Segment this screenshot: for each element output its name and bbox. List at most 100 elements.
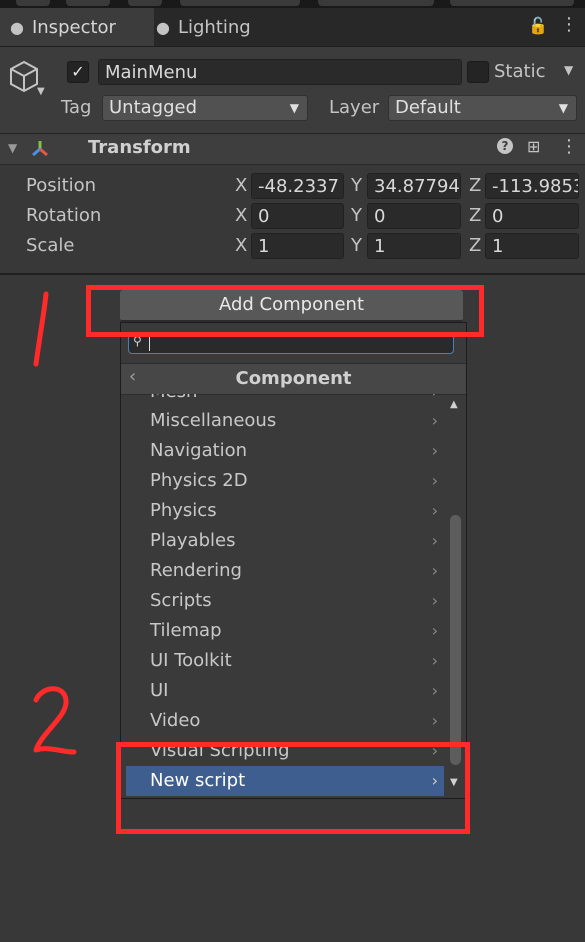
axis-x-label[interactable]: X: [235, 203, 247, 229]
list-item-label: Navigation: [150, 440, 248, 461]
tab-lighting[interactable]: ● Lighting: [146, 8, 286, 46]
rotation-z-field[interactable]: 0: [485, 203, 579, 229]
toolbar-button[interactable]: [180, 0, 300, 6]
foldout-arrow-icon[interactable]: ▼: [8, 141, 17, 155]
tab-bar: ● Inspector ● Lighting 🔓 ⋮: [0, 8, 585, 47]
scale-y-field[interactable]: 1: [367, 233, 461, 259]
scale-x-field[interactable]: 1: [251, 233, 344, 259]
icon-dropdown-arrow-icon[interactable]: ▼: [37, 86, 45, 97]
axis-y-label[interactable]: Y: [351, 233, 362, 259]
position-y-field[interactable]: 34.87794: [367, 173, 461, 199]
text-cursor: [149, 335, 150, 351]
chevron-down-icon: ▼: [558, 101, 568, 115]
lock-icon[interactable]: 🔓: [528, 16, 548, 35]
list-item-scripts[interactable]: Scripts ›: [126, 586, 444, 616]
tab-label: Inspector: [31, 16, 116, 38]
toolbar-button[interactable]: [128, 0, 162, 6]
axis-z-label[interactable]: Z: [469, 203, 481, 229]
axis-z-label[interactable]: Z: [469, 173, 481, 199]
toolbar-button[interactable]: [16, 0, 50, 6]
tag-label: Tag: [61, 97, 92, 118]
chevron-right-icon: ›: [431, 561, 438, 580]
info-icon: ●: [10, 17, 24, 37]
chevron-right-icon: ›: [431, 591, 438, 610]
list-item-label: Physics 2D: [150, 470, 248, 491]
transform-header[interactable]: ▼ Transform ? ⊞ ⋮: [0, 134, 585, 165]
object-header: ▼ ✓ MainMenu Static ▼ Tag Untagged ▼ Lay…: [0, 47, 585, 134]
chevron-right-icon: ›: [431, 711, 438, 730]
chevron-right-icon: ›: [431, 471, 438, 490]
list-item-label: Video: [150, 710, 201, 731]
toolbar-button[interactable]: [66, 0, 110, 6]
list-item-physics[interactable]: Physics ›: [126, 496, 444, 526]
list-item-label: Physics: [150, 500, 217, 521]
layer-value: Default: [395, 97, 461, 118]
tag-dropdown[interactable]: Untagged ▼: [102, 95, 308, 121]
annotation-step-2: [33, 686, 77, 755]
static-dropdown-arrow-icon[interactable]: ▼: [564, 63, 573, 77]
more-menu-icon[interactable]: ⋮: [560, 14, 578, 35]
list-item-label: Miscellaneous: [150, 410, 277, 431]
list-item-physics-2d[interactable]: Physics 2D ›: [126, 466, 444, 496]
axis-y-label[interactable]: Y: [351, 173, 362, 199]
tab-inspector[interactable]: ● Inspector: [0, 8, 154, 46]
more-menu-icon[interactable]: ⋮: [560, 136, 578, 157]
list-item-playables[interactable]: Playables ›: [126, 526, 444, 556]
scrollbar-thumb[interactable]: [450, 515, 461, 765]
chevron-right-icon: ›: [431, 531, 438, 550]
list-item-tilemap[interactable]: Tilemap ›: [126, 616, 444, 646]
position-x-field[interactable]: -48.2337: [251, 173, 344, 199]
scale-label: Scale: [26, 235, 75, 256]
list-item-ui[interactable]: UI ›: [126, 676, 444, 706]
chevron-right-icon: ›: [431, 621, 438, 640]
list-item-ui-toolkit[interactable]: UI Toolkit ›: [126, 646, 444, 676]
toolbar-button[interactable]: [318, 0, 434, 6]
position-label: Position: [26, 175, 97, 196]
component-list: Mesh › Miscellaneous › Navigation › Physics…: [121, 394, 466, 796]
list-item-label: Playables: [150, 530, 236, 551]
top-toolbar-strip: [0, 0, 585, 8]
axis-x-label[interactable]: X: [235, 173, 247, 199]
annotation-box-new-script: [116, 742, 470, 834]
help-icon[interactable]: ?: [497, 138, 513, 154]
object-name-field[interactable]: MainMenu: [98, 59, 462, 85]
component-header-title: Component: [235, 368, 352, 389]
component-header: ‹ Component: [121, 363, 466, 395]
axis-z-label[interactable]: Z: [469, 233, 481, 259]
list-item-miscellaneous[interactable]: Miscellaneous ›: [126, 406, 444, 436]
list-item-video[interactable]: Video ›: [126, 706, 444, 736]
axis-x-label[interactable]: X: [235, 233, 247, 259]
add-component-popup: ⚲ ‹ Component Mesh› Miscellaneous› Navig…: [120, 322, 467, 799]
tag-value: Untagged: [109, 97, 198, 118]
chevron-right-icon: ›: [431, 501, 438, 520]
static-checkbox[interactable]: [467, 61, 489, 83]
list-item-label: Rendering: [150, 560, 242, 581]
annotation-step-1: [33, 291, 49, 367]
axis-y-label[interactable]: Y: [351, 203, 362, 229]
scale-z-field[interactable]: 1: [485, 233, 579, 259]
rotation-label: Rotation: [26, 205, 102, 226]
list-item-navigation[interactable]: Navigation ›: [126, 436, 444, 466]
chevron-right-icon: ›: [431, 681, 438, 700]
transform-icon: [32, 141, 48, 157]
list-item-label: UI: [150, 680, 169, 701]
chevron-down-icon: ▼: [289, 101, 299, 115]
list-item-label: Scripts: [150, 590, 212, 611]
scroll-up-arrow-icon[interactable]: ▲: [450, 399, 458, 410]
static-label: Static: [494, 61, 546, 82]
layer-dropdown[interactable]: Default ▼: [388, 95, 577, 121]
scrollbar[interactable]: ▲ ▼: [448, 395, 462, 795]
list-item-label: Mesh: [150, 394, 197, 402]
chevron-right-icon: ›: [431, 441, 438, 460]
preset-icon[interactable]: ⊞: [527, 137, 540, 156]
rotation-y-field[interactable]: 0: [367, 203, 461, 229]
active-checkbox[interactable]: ✓: [67, 61, 89, 83]
tab-label: Lighting: [177, 16, 251, 38]
chevron-right-icon: ›: [431, 411, 438, 430]
rotation-x-field[interactable]: 0: [251, 203, 344, 229]
toolbar-button[interactable]: [450, 0, 574, 6]
bulb-icon: ●: [156, 17, 170, 37]
layer-label: Layer: [329, 97, 380, 118]
position-z-field[interactable]: -113.9853: [485, 173, 579, 199]
list-item-rendering[interactable]: Rendering ›: [126, 556, 444, 586]
